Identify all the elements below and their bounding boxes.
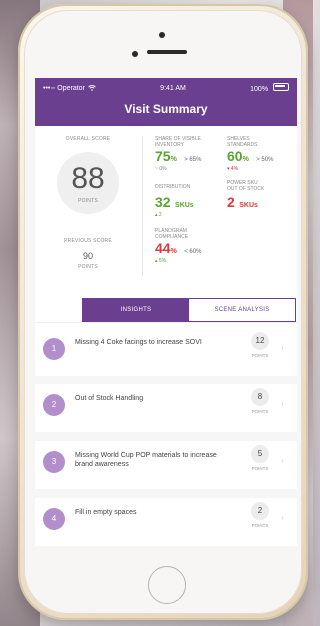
metric-target: < 60% xyxy=(184,249,202,255)
tab-bar: INSIGHTS SCENE ANALYSIS xyxy=(82,298,296,322)
insight-points: 8 xyxy=(251,388,269,406)
insight-number: 2 xyxy=(43,394,65,416)
score-summary: OVERALL SCORE 88 POINTS PREVIOUS SCORE 9… xyxy=(35,126,297,296)
metric-unit: % xyxy=(170,156,177,163)
insight-text: Missing 4 Coke facings to increase SOVI xyxy=(75,339,202,346)
insights-list: 1 Missing 4 Coke facings to increase SOV… xyxy=(35,328,297,554)
status-bar: •••◦◦ Operator 9:41 AM 100% xyxy=(43,82,289,94)
battery-status: 100% xyxy=(250,83,289,93)
battery-icon xyxy=(273,83,289,91)
phone-frame: •••◦◦ Operator 9:41 AM 100% Visit Summar… xyxy=(18,4,308,620)
tab-insights[interactable]: INSIGHTS xyxy=(83,299,189,321)
tab-scene-analysis[interactable]: SCENE ANALYSIS xyxy=(189,299,295,321)
chevron-right-icon: › xyxy=(281,343,284,352)
insight-number: 1 xyxy=(43,338,65,360)
camera-icon xyxy=(159,32,165,38)
list-item[interactable]: 3 Missing World Cup POP materials to inc… xyxy=(35,441,297,489)
metric-label: OUT OF STOCK xyxy=(227,186,265,192)
insight-points: 12 xyxy=(251,332,269,350)
app-header: •••◦◦ Operator 9:41 AM 100% Visit Summar… xyxy=(35,78,297,126)
metric-label: DISTRIBUTION xyxy=(155,184,191,190)
insight-number: 3 xyxy=(43,451,65,473)
metric-target: > 65% xyxy=(184,157,202,163)
phone-bezel: •••◦◦ Operator 9:41 AM 100% Visit Summar… xyxy=(24,10,302,614)
metric-sovi: SHARE OF VISIBLE INVENTORY 75% > 65% ~ 0… xyxy=(155,136,201,172)
metric-planogram: PLANOGRAM COMPLIANCE 44% < 60% ▴ 5% xyxy=(155,228,201,264)
metric-value: 32 xyxy=(155,194,171,210)
chevron-right-icon: › xyxy=(281,399,284,408)
metric-distribution: DISTRIBUTION 32 SKUs ▴ 2 xyxy=(155,184,194,218)
speaker-grille xyxy=(147,50,187,54)
insight-text: Missing World Cup POP materials to incre… xyxy=(75,452,217,468)
metric-unit: SKUs xyxy=(239,202,258,209)
battery-label: 100% xyxy=(250,86,269,93)
chevron-right-icon: › xyxy=(281,513,284,522)
insight-points-unit: POINTS xyxy=(251,409,269,414)
list-item[interactable]: 4 Fill in empty spaces 2 POINTS › xyxy=(35,498,297,546)
list-item[interactable]: 2 Out of Stock Handling 8 POINTS › xyxy=(35,384,297,432)
metric-value: 44 xyxy=(155,240,171,256)
overall-score-label: OVERALL SCORE xyxy=(65,136,111,142)
insight-points: 2 xyxy=(251,502,269,520)
insight-points-unit: POINTS xyxy=(251,523,269,528)
insight-points-unit: POINTS xyxy=(251,353,269,358)
carrier-label: •••◦◦ Operator xyxy=(43,84,85,92)
page-title: Visit Summary xyxy=(124,102,208,116)
metric-unit: SKUs xyxy=(175,202,194,209)
list-item[interactable]: 1 Missing 4 Coke facings to increase SOV… xyxy=(35,328,297,376)
insight-points: 5 xyxy=(251,445,269,463)
metric-target: > 50% xyxy=(256,157,274,163)
metric-delta: ▾ 4% xyxy=(227,166,239,172)
previous-score-unit: POINTS xyxy=(78,264,98,270)
metric-delta: ▴ 2 xyxy=(155,212,162,218)
metric-power-sku: POWER SKU OUT OF STOCK 2 SKUs xyxy=(227,180,264,212)
metric-delta: ▴ 5% xyxy=(155,258,167,264)
insight-number: 4 xyxy=(43,508,65,530)
metric-shelves: SHELVES STANDARDS 60% > 50% ▾ 4% xyxy=(227,136,273,172)
metric-value: 75 xyxy=(155,148,171,164)
overall-score-unit: POINTS xyxy=(78,198,98,204)
app-screen: •••◦◦ Operator 9:41 AM 100% Visit Summar… xyxy=(35,78,297,554)
home-button[interactable] xyxy=(148,566,186,604)
metric-unit: % xyxy=(242,156,249,163)
sensor-icon xyxy=(132,51,138,57)
insight-text: Out of Stock Handling xyxy=(75,395,144,402)
previous-score-label: PREVIOUS SCORE xyxy=(64,238,112,244)
insight-text: Fill in empty spaces xyxy=(75,509,137,516)
divider xyxy=(35,322,297,323)
clock: 9:41 AM xyxy=(160,84,186,92)
metric-unit: % xyxy=(170,248,177,255)
divider xyxy=(142,136,143,276)
wifi-icon xyxy=(88,85,96,91)
insight-points-unit: POINTS xyxy=(251,466,269,471)
metric-delta: ~ 0% xyxy=(155,166,167,172)
metric-value: 60 xyxy=(227,148,243,164)
metric-value: 2 xyxy=(227,194,235,210)
overall-score-circle: 88 POINTS xyxy=(57,152,119,214)
previous-score-value: 90 xyxy=(82,251,93,261)
overall-score-value: 88 xyxy=(71,162,105,195)
chevron-right-icon: › xyxy=(281,456,284,465)
